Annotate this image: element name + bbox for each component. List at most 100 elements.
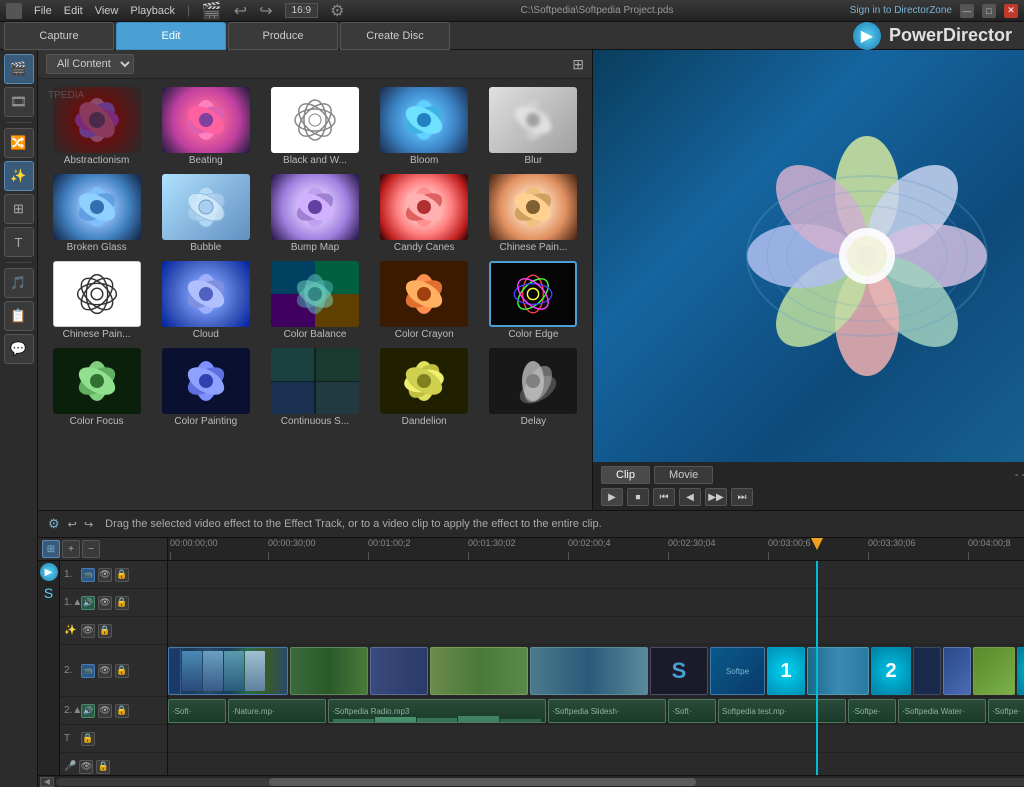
clip-2v-10[interactable]: 2 xyxy=(871,647,911,695)
effect-blackwhite[interactable]: Black and W... xyxy=(262,85,367,168)
tab-capture[interactable]: Capture xyxy=(4,22,114,50)
signin-link[interactable]: Sign in to DirectorZone xyxy=(850,5,952,16)
play-button[interactable]: ▶ xyxy=(601,488,623,506)
clip-2a-2[interactable]: ·Nature.mp· xyxy=(228,699,326,723)
effect-blur[interactable]: Blur xyxy=(481,85,586,168)
track-eye-2a[interactable]: 👁 xyxy=(98,704,112,718)
effect-abstractionism[interactable]: Abstractionism xyxy=(44,85,149,168)
clip-2v-14[interactable]: 1 xyxy=(1017,647,1024,695)
clip-2v-8[interactable]: 1 xyxy=(767,647,805,695)
effects-toolbar: All Content ⊞ xyxy=(38,50,592,79)
tab-create-disc[interactable]: Create Disc xyxy=(340,22,450,50)
sidebar-btn-chapters[interactable]: 📋 xyxy=(4,301,34,331)
sidebar-btn-subtitle[interactable]: 💬 xyxy=(4,334,34,364)
tracks-content: S Softpe 1 2 xyxy=(168,561,1024,775)
timeline-zoom-out[interactable]: − xyxy=(82,540,100,558)
next-frame-button[interactable]: ⏭ xyxy=(731,488,753,506)
track-eye-voice[interactable]: 👁 xyxy=(79,760,93,774)
preview-movie-tab[interactable]: Movie xyxy=(654,466,713,484)
sidebar-btn-audio[interactable]: 🎵 xyxy=(4,268,34,298)
clip-2v-5[interactable] xyxy=(530,647,648,695)
effect-candycanes[interactable]: Candy Canes xyxy=(372,172,477,255)
menu-file[interactable]: File xyxy=(34,5,52,17)
track-eye-1a[interactable]: 👁 xyxy=(98,596,112,610)
rewind-button[interactable]: ◀ xyxy=(679,488,701,506)
sidebar-btn-transitions[interactable]: 🔀 xyxy=(4,128,34,158)
effect-continuous[interactable]: Continuous S... xyxy=(262,346,367,429)
effect-cloud[interactable]: Cloud xyxy=(153,259,258,342)
timeline-hscroll[interactable]: ◀ ▶ xyxy=(38,775,1024,787)
effect-bumpmap[interactable]: Bump Map xyxy=(262,172,367,255)
effect-chinesepaint2[interactable]: Chinese Pain... xyxy=(44,259,149,342)
clip-2a-1[interactable]: ·Soft· xyxy=(168,699,226,723)
clip-2a-5[interactable]: ·Soft· xyxy=(668,699,716,723)
clip-2v-6[interactable]: S xyxy=(650,647,708,695)
track-lock-2v[interactable]: 🔒 xyxy=(115,664,129,678)
effect-beating[interactable]: Beating xyxy=(153,85,258,168)
effect-colorpainting[interactable]: Color Painting xyxy=(153,346,258,429)
sidebar-btn-media[interactable]: 🎞 xyxy=(4,87,34,117)
stop-button[interactable]: ⏹ xyxy=(627,488,649,506)
track-lock-voice[interactable]: 🔒 xyxy=(96,760,110,774)
track-eye-1v[interactable]: 👁 xyxy=(98,568,112,582)
clip-2v-11[interactable] xyxy=(913,647,941,695)
sidebar-btn-titles[interactable]: T xyxy=(4,227,34,257)
timeline-zoom-in[interactable]: + xyxy=(62,540,80,558)
clip-2v-1[interactable] xyxy=(168,647,288,695)
effect-coloredge[interactable]: Color Edge xyxy=(481,259,586,342)
effect-colorfocus[interactable]: Color Focus xyxy=(44,346,149,429)
redo-btn[interactable]: ↪ xyxy=(84,519,93,531)
track-lock-fx[interactable]: 🔒 xyxy=(98,624,112,638)
clip-2a-3[interactable]: ·Softpedia Radio.mp3 xyxy=(328,699,546,723)
menu-edit[interactable]: Edit xyxy=(64,5,83,17)
effect-colorbalance[interactable]: Color Balance xyxy=(262,259,367,342)
effect-bubble[interactable]: Bubble xyxy=(153,172,258,255)
effect-chinesepaint[interactable]: Chinese Pain... xyxy=(481,172,586,255)
sidebar-btn-preview[interactable]: 🎬 xyxy=(4,54,34,84)
grid-view-icon[interactable]: ⊞ xyxy=(572,56,584,73)
effects-dropdown[interactable]: All Content xyxy=(46,54,134,74)
hscroll-track[interactable] xyxy=(56,778,1024,786)
track-lock-title[interactable]: 🔒 xyxy=(81,732,95,746)
timeline-add-track[interactable]: ⊞ xyxy=(42,540,60,558)
hscroll-left[interactable]: ◀ xyxy=(40,777,54,787)
effect-colorcrayon[interactable]: Color Crayon xyxy=(372,259,477,342)
clip-2v-4[interactable] xyxy=(430,647,528,695)
clip-2v-13[interactable] xyxy=(973,647,1015,695)
maximize-button[interactable]: □ xyxy=(982,4,996,18)
menu-view[interactable]: View xyxy=(95,5,119,17)
track-lock-2a[interactable]: 🔒 xyxy=(115,704,129,718)
clip-2v-3[interactable] xyxy=(370,647,428,695)
clip-2v-7[interactable]: Softpe xyxy=(710,647,765,695)
undo-btn[interactable]: ↩ xyxy=(68,519,77,531)
forward-button[interactable]: ▶▶ xyxy=(705,488,727,506)
clip-2a-8[interactable]: ·Softpedia Water· xyxy=(898,699,986,723)
prev-frame-button[interactable]: ⏮ xyxy=(653,488,675,506)
hscroll-thumb[interactable] xyxy=(269,778,695,786)
clip-2a-4[interactable]: ·Softpedia Slidesh· xyxy=(548,699,666,723)
clip-2v-9[interactable] xyxy=(807,647,869,695)
clip-2a-7[interactable]: ·Softpe· xyxy=(848,699,896,723)
effect-delay[interactable]: Delay xyxy=(481,346,586,429)
tab-edit[interactable]: Edit xyxy=(116,22,226,50)
effect-bloom[interactable]: Bloom xyxy=(372,85,477,168)
close-button[interactable]: ✕ xyxy=(1004,4,1018,18)
track-eye-fx[interactable]: 👁 xyxy=(81,624,95,638)
clip-2a-6[interactable]: Softpedia test.mp· xyxy=(718,699,846,723)
menu-playback[interactable]: Playback xyxy=(130,5,175,17)
tracks-area[interactable]: S Softpe 1 2 xyxy=(168,561,1024,775)
effect-brokenglass[interactable]: Broken Glass xyxy=(44,172,149,255)
clip-2v-2[interactable] xyxy=(290,647,368,695)
clip-2a-9[interactable]: ·Softpe· xyxy=(988,699,1024,723)
clip-2v-12[interactable] xyxy=(943,647,971,695)
track-lock-1a[interactable]: 🔒 xyxy=(115,596,129,610)
minimize-button[interactable]: — xyxy=(960,4,974,18)
effect-dandelion[interactable]: Dandelion xyxy=(372,346,477,429)
tab-produce[interactable]: Produce xyxy=(228,22,338,50)
sidebar-btn-pip[interactable]: ⊞ xyxy=(4,194,34,224)
track-lock-1v[interactable]: 🔒 xyxy=(115,568,129,582)
track-eye-2v[interactable]: 👁 xyxy=(98,664,112,678)
sidebar-btn-effects[interactable]: ✨ xyxy=(4,161,34,191)
effect-label-colorcrayon: Color Crayon xyxy=(395,329,454,340)
preview-clip-tab[interactable]: Clip xyxy=(601,466,650,484)
